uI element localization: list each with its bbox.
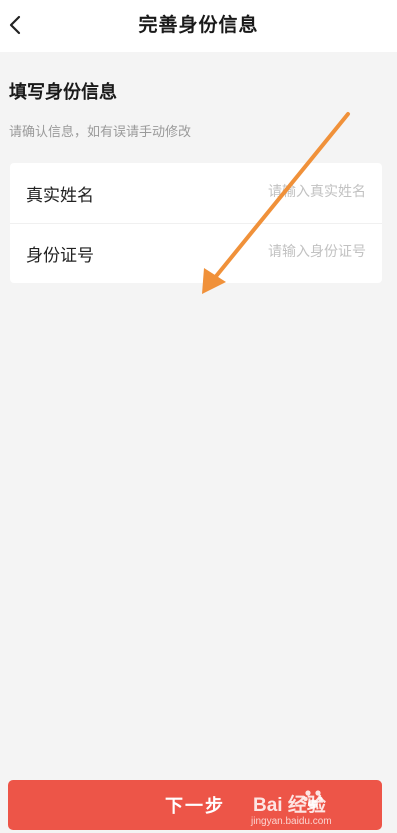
id-number-input[interactable] [196,237,366,267]
next-step-button[interactable]: 下一步 [8,780,382,830]
top-navigation-bar: 完善身份信息 [0,0,397,52]
real-name-input[interactable] [196,177,366,207]
next-step-label: 下一步 [165,796,225,817]
page-title: 完善身份信息 [138,14,259,36]
form-row-id-number: 身份证号 [10,223,382,283]
section-title: 填写身份信息 [9,82,117,103]
real-name-label: 真实姓名 [26,186,94,206]
form-row-real-name: 真实姓名 [10,163,382,224]
identity-form-card: 真实姓名 身份证号 [10,163,382,283]
id-number-label: 身份证号 [26,246,94,266]
section-hint: 请确认信息，如有误请手动修改 [9,125,192,140]
